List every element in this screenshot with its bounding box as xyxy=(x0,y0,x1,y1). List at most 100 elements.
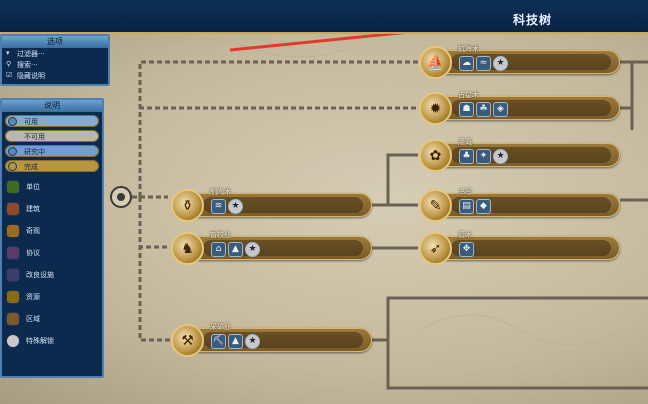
building-swatch-icon xyxy=(6,202,20,216)
funnel-icon: ▾ xyxy=(6,49,10,57)
unlock-unit-icon[interactable]: ☁ xyxy=(459,56,474,71)
tech-node-mining[interactable]: ⚒ 采矿业 ⛏ ▲ ★ xyxy=(171,323,372,357)
star-icon[interactable]: ★ xyxy=(228,199,243,214)
tech-name: 箭术 xyxy=(458,231,472,239)
legend-label: 资源 xyxy=(26,293,40,301)
astrology-icon: ✹ xyxy=(419,92,452,125)
star-swatch-icon xyxy=(6,334,20,348)
pottery-icon: ⚱ xyxy=(171,189,204,222)
tree-root-node xyxy=(110,186,132,208)
sailing-icon: ⛵ xyxy=(419,46,452,79)
tech-node-archery[interactable]: ➶ 箭术 ✥ xyxy=(419,231,620,265)
legend-label: 建筑 xyxy=(26,205,40,213)
unlock-resource-icon[interactable]: ▲ xyxy=(228,242,243,257)
title-bar: 科技树 xyxy=(0,0,648,34)
star-icon[interactable]: ★ xyxy=(493,149,508,164)
legend-row-district: 区域 xyxy=(2,308,102,330)
star-icon[interactable]: ★ xyxy=(245,242,260,257)
unlock-resource-icon[interactable]: ✦ xyxy=(476,149,491,164)
legend-toggle-completed[interactable]: 完成 xyxy=(5,160,99,172)
filter-option[interactable]: ▾ 过滤器··· xyxy=(2,48,108,59)
unlock-building-icon[interactable]: ▤ xyxy=(459,199,474,214)
archery-icon: ➶ xyxy=(419,232,452,265)
unlock-improvement-icon[interactable]: ⌂ xyxy=(211,242,226,257)
researching-indicator-icon xyxy=(8,147,17,156)
legend-toggle-label: 研究中 xyxy=(24,148,45,156)
legend-row-agreement: 协议 xyxy=(2,242,102,264)
unlock-district-icon[interactable]: ◆ xyxy=(476,199,491,214)
animal-husbandry-icon: ♞ xyxy=(171,232,204,265)
completed-indicator-icon xyxy=(8,162,17,171)
filter-option-label: 过滤器··· xyxy=(17,49,45,58)
unlock-list: ≋ ★ xyxy=(211,199,243,214)
tech-name: 制陶术 xyxy=(210,188,231,196)
options-panel: 选项 ▾ 过滤器··· ⚲ 搜索··· ☑ 隐藏说明 xyxy=(0,34,110,86)
tech-node-irrigation[interactable]: ✿ 灌溉 ♣ ✦ ★ xyxy=(419,138,620,172)
tech-node-sailing[interactable]: ⛵ 航海术 ☁ ≈ ★ xyxy=(419,45,620,79)
improvement-swatch-icon xyxy=(6,268,20,282)
tech-node-pottery[interactable]: ⚱ 制陶术 ≋ ★ xyxy=(171,188,372,222)
legend-label: 奇观 xyxy=(26,227,40,235)
hide-legend-option[interactable]: ☑ 隐藏说明 xyxy=(2,70,108,81)
legend-label: 单位 xyxy=(26,183,40,191)
legend-toggle-label: 可用 xyxy=(24,118,38,126)
available-indicator-icon xyxy=(8,117,17,126)
legend-row-improvement: 改良设施 xyxy=(2,264,102,286)
options-panel-title: 选项 xyxy=(2,36,108,48)
legend-row-wonder: 奇观 xyxy=(2,220,102,242)
search-option-label: 搜索··· xyxy=(17,60,38,69)
hide-legend-option-label: 隐藏说明 xyxy=(17,71,45,80)
star-icon[interactable]: ★ xyxy=(493,56,508,71)
tech-name: 占星术 xyxy=(458,91,479,99)
unlock-list: ☁ ≈ ★ xyxy=(459,56,508,71)
checkbox-icon: ☑ xyxy=(6,71,13,79)
unlock-list: ⛏ ▲ ★ xyxy=(211,334,260,349)
unlock-improvement-icon[interactable]: ≋ xyxy=(211,199,226,214)
legend-toggle-label: 不可用 xyxy=(24,133,45,141)
district-swatch-icon xyxy=(6,312,20,326)
legend-label: 改良设施 xyxy=(26,271,54,279)
irrigation-icon: ✿ xyxy=(419,139,452,172)
page-title: 科技树 xyxy=(512,13,552,27)
unlock-list: ✥ xyxy=(459,242,474,257)
tech-name: 畜牧业 xyxy=(210,231,231,239)
legend-row-unit: 单位 xyxy=(2,176,102,198)
unlock-unit-icon[interactable]: ✥ xyxy=(459,242,474,257)
search-option[interactable]: ⚲ 搜索··· xyxy=(2,59,108,70)
unit-swatch-icon xyxy=(6,180,20,194)
tech-name: 灌溉 xyxy=(458,138,472,146)
legend-toggle-researching[interactable]: 研究中 xyxy=(5,145,99,157)
tech-node-writing[interactable]: ✎ 书写 ▤ ◆ xyxy=(419,188,620,222)
legend-toggle-label: 完成 xyxy=(24,163,38,171)
unlock-improvement-icon[interactable]: ⛏ xyxy=(211,334,226,349)
agreement-swatch-icon xyxy=(6,246,20,260)
tech-name: 书写 xyxy=(458,188,472,196)
legend-toggle-available[interactable]: 可用 xyxy=(5,115,99,127)
legend-label: 区域 xyxy=(26,315,40,323)
legend-toggle-unavailable[interactable]: 不可用 xyxy=(5,130,99,142)
magnifier-icon: ⚲ xyxy=(6,60,12,68)
tech-node-astrology[interactable]: ✹ 占星术 ☗ ☘ ◈ xyxy=(419,91,620,125)
star-icon[interactable]: ★ xyxy=(245,334,260,349)
legend-label: 协议 xyxy=(26,249,40,257)
tech-node-animal-husbandry[interactable]: ♞ 畜牧业 ⌂ ▲ ★ xyxy=(171,231,372,265)
writing-icon: ✎ xyxy=(419,189,452,222)
legend-panel-title: 说明 xyxy=(2,100,102,112)
unlock-district-icon[interactable]: ◈ xyxy=(493,102,508,117)
wonder-swatch-icon xyxy=(6,224,20,238)
unlock-resource-icon[interactable]: ≈ xyxy=(476,56,491,71)
resource-swatch-icon xyxy=(6,290,20,304)
tech-name: 航海术 xyxy=(458,45,479,53)
unlock-building-icon[interactable]: ☗ xyxy=(459,102,474,117)
unlock-improvement-icon[interactable]: ♣ xyxy=(459,149,474,164)
legend-row-building: 建筑 xyxy=(2,198,102,220)
legend-panel: 说明 可用 不可用 研究中 完成 单位 建筑 奇观 协议 改良设施 资源 区域 … xyxy=(0,98,104,378)
unlock-resource-icon[interactable]: ▲ xyxy=(228,334,243,349)
tech-tree-screen: 科技树 选项 ▾ 过滤器··· ⚲ 搜索··· ☑ 隐藏说明 说明 可用 不可用… xyxy=(0,0,648,404)
unlock-list: ▤ ◆ xyxy=(459,199,491,214)
legend-label: 特殊解锁 xyxy=(26,337,54,345)
legend-row-special: 特殊解锁 xyxy=(2,330,102,352)
unlock-wonder-icon[interactable]: ☘ xyxy=(476,102,491,117)
unlock-list: ☗ ☘ ◈ xyxy=(459,102,508,117)
mining-icon: ⚒ xyxy=(171,324,204,357)
